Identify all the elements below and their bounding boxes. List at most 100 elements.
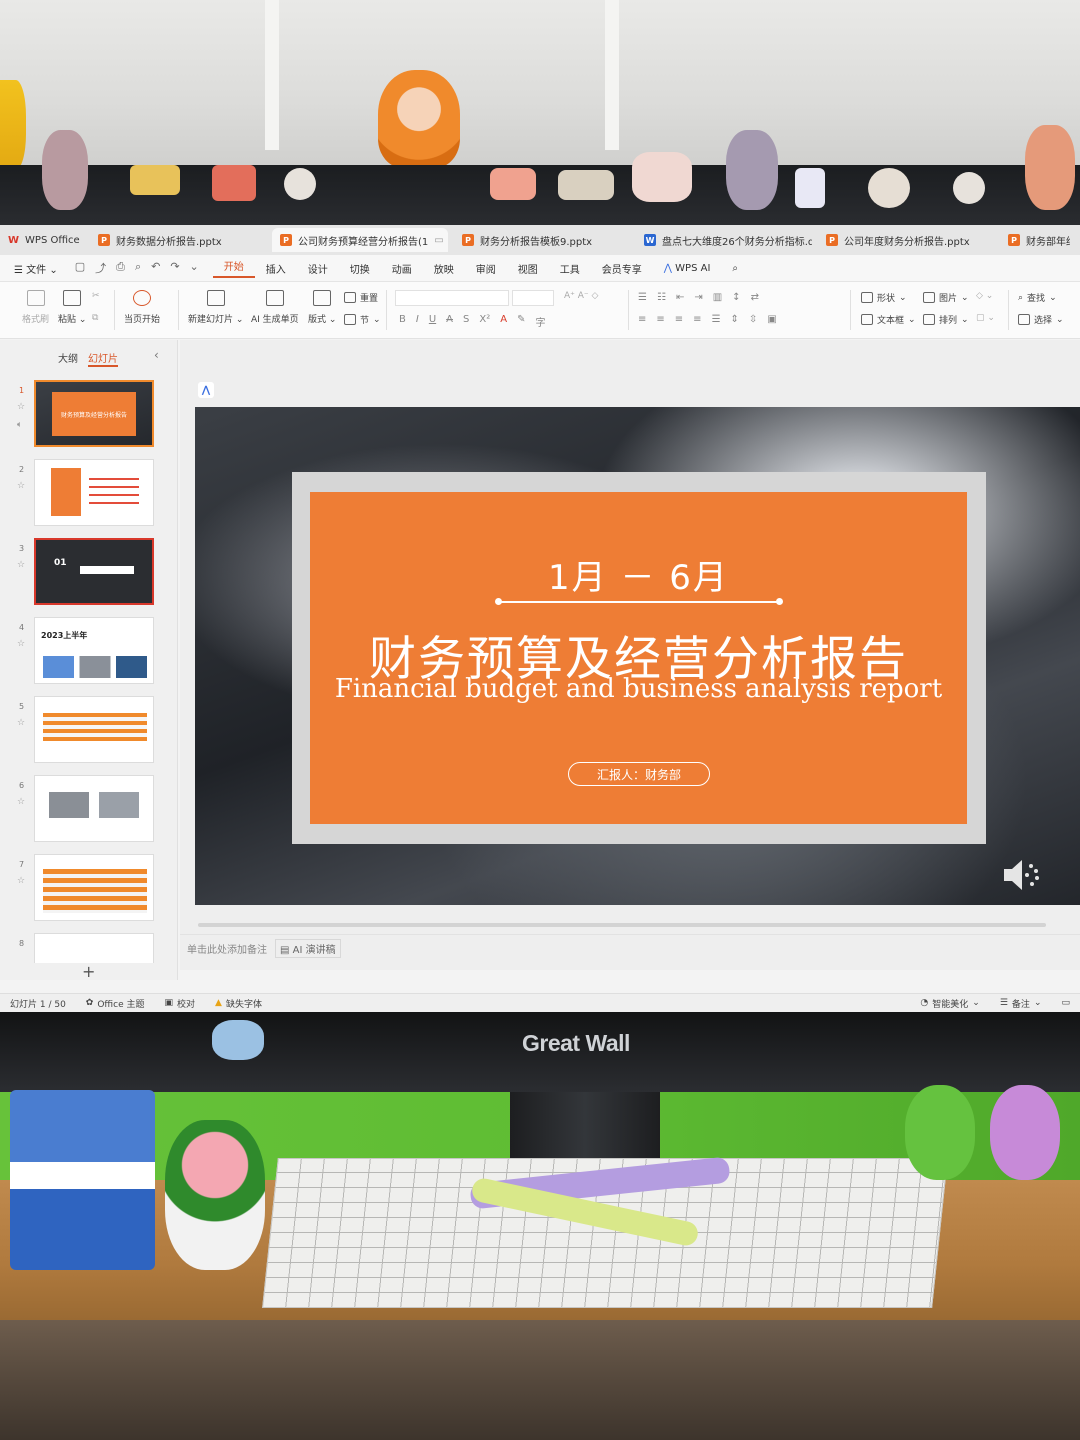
distribute-icon[interactable]: ☰ (712, 314, 721, 325)
collapse-panel-icon[interactable]: ‹ (154, 348, 159, 362)
tab-outline[interactable]: 大纲 (58, 350, 78, 367)
convert-icon[interactable]: ⇄ (751, 292, 759, 303)
section-button[interactable]: 节 ⌄ (344, 313, 381, 326)
thumbnail-row[interactable]: 4 ☆ 2023上半年 (0, 617, 178, 689)
share-icon[interactable]: ⤴ (95, 260, 106, 276)
outline-icon[interactable]: ▢ ⌄ (976, 313, 995, 323)
add-slide-button[interactable]: + (82, 962, 95, 981)
menu-review[interactable]: 审阅 (465, 261, 507, 276)
menu-file[interactable]: ☰ 文件 ⌄ (0, 261, 69, 276)
justify-icon[interactable]: ≡ (693, 314, 701, 325)
star-icon[interactable]: ☆ (17, 560, 25, 570)
bold-icon[interactable]: B (399, 314, 406, 329)
menu-slideshow[interactable]: 放映 (423, 261, 465, 276)
paste-button[interactable]: 粘贴 ⌄ (58, 290, 86, 325)
line-spacing-icon[interactable]: ⇕ (731, 314, 739, 325)
cut-icon[interactable]: ✂ (92, 291, 100, 301)
tab-slides[interactable]: 幻灯片 (88, 350, 118, 367)
indent-increase-icon[interactable]: ⇥ (694, 292, 702, 303)
columns-icon[interactable]: ▥ (713, 292, 722, 303)
menu-transition[interactable]: 切换 (339, 261, 381, 276)
thumbnail-row[interactable]: 7 ☆ (0, 854, 178, 926)
font-grow-icon[interactable]: A⁺ A⁻ ◇ (564, 291, 598, 301)
slide-thumbnail-2[interactable] (34, 459, 154, 526)
menu-member[interactable]: 会员专享 (591, 261, 653, 276)
search-icon[interactable]: ⌕ (721, 263, 749, 274)
fill-icon[interactable]: ◇ ⌄ (976, 291, 993, 301)
print-icon[interactable]: ⎙ (116, 260, 125, 276)
notes-bar[interactable]: 单击此处添加备注 ▤ AI 演讲稿 (180, 934, 1080, 962)
save-icon[interactable]: ▢ (75, 260, 85, 276)
char-spacing-icon[interactable]: 字 (535, 314, 545, 329)
slide-thumbnail-8[interactable] (34, 933, 154, 963)
thumbnail-row[interactable]: 5 ☆ (0, 696, 178, 768)
tab-document[interactable]: P 财务部年终 (1000, 228, 1070, 252)
tab-document[interactable]: P 公司年度财务分析报告.pptx (818, 228, 994, 252)
thumbnail-row[interactable]: 8 (0, 933, 178, 963)
slide-thumbnail-1[interactable]: 财务预算及经营分析报告 (34, 380, 154, 447)
smart-beautify-button[interactable]: ◔ 智能美化 ⌄ (910, 997, 989, 1010)
slide-thumbnail-7[interactable] (34, 854, 154, 921)
underline-icon[interactable]: U (429, 314, 436, 329)
arrange-button[interactable]: 排列 ⌄ (923, 313, 969, 326)
italic-icon[interactable]: I (416, 314, 419, 329)
text-box-align-icon[interactable]: ▣ (767, 314, 776, 325)
menu-tools[interactable]: 工具 (549, 261, 591, 276)
paragraph-spacing-icon[interactable]: ⇳ (749, 314, 757, 325)
strikethrough-icon[interactable]: A (446, 314, 453, 329)
star-icon[interactable]: ☆ (17, 876, 25, 886)
proofread-button[interactable]: ▣ 校对 (154, 997, 205, 1010)
menu-view[interactable]: 视图 (507, 261, 549, 276)
horizontal-scrollbar[interactable] (180, 920, 1080, 930)
tab-document[interactable]: W 盘点七大维度26个财务分析指标.doc (636, 228, 812, 252)
notes-placeholder[interactable]: 单击此处添加备注 (187, 941, 267, 956)
menu-wps-ai[interactable]: ⋀ WPS AI (653, 263, 722, 274)
format-painter-button[interactable]: 格式刷 (22, 290, 49, 325)
superscript-icon[interactable]: X² (479, 314, 490, 329)
ai-generate-button[interactable]: AI 生成单页 (251, 290, 299, 325)
star-icon[interactable]: ☆ (17, 481, 25, 491)
tab-wps-office[interactable]: W WPS Office (0, 228, 84, 252)
slide-thumbnail-5[interactable] (34, 696, 154, 763)
ai-assist-icon[interactable]: ⋀ (198, 382, 214, 398)
picture-button[interactable]: 图片 ⌄ (923, 291, 969, 304)
star-icon[interactable]: ☆ (17, 797, 25, 807)
thumbnail-row[interactable]: 1 ☆ 🔈︎ 财务预算及经营分析报告 (0, 380, 178, 452)
tab-document[interactable]: P 财务分析报告模板9.pptx (454, 228, 630, 252)
tab-document-active[interactable]: P 公司财务预算经营分析报告(1 ▭ ● (272, 228, 448, 252)
slide-title-box[interactable]: 1月 － 6月 财务预算及经营分析报告 Financial budget and… (310, 492, 967, 824)
copy-icon[interactable]: ⧉ (92, 313, 98, 323)
undo-icon[interactable]: ↶ (151, 260, 160, 276)
font-size-select[interactable] (512, 290, 554, 306)
font-family-select[interactable] (395, 290, 509, 306)
speaker-icon[interactable] (1002, 857, 1046, 893)
star-icon[interactable]: ☆ (17, 402, 25, 412)
star-icon[interactable]: ☆ (17, 639, 25, 649)
select-button[interactable]: 选择 ⌄ (1018, 313, 1064, 326)
find-button[interactable]: ⌕ 查找 ⌄ (1018, 291, 1057, 305)
slide-thumbnail-6[interactable] (34, 775, 154, 842)
preview-icon[interactable]: ⌕ (135, 260, 141, 276)
thumbnail-row[interactable]: 3 ☆ 01 (0, 538, 178, 610)
text-direction-icon[interactable]: ↕ (732, 292, 740, 303)
shape-button[interactable]: 形状 ⌄ (861, 291, 907, 304)
align-right-icon[interactable]: ≡ (675, 314, 683, 325)
star-icon[interactable]: ☆ (17, 718, 25, 728)
align-center-icon[interactable]: ≡ (656, 314, 664, 325)
layout-button[interactable]: 版式 ⌄ (308, 290, 336, 325)
chevron-down-icon[interactable]: ⌄ (190, 260, 199, 276)
font-color-icon[interactable]: A (500, 314, 507, 329)
align-left-icon[interactable]: ≡ (638, 314, 646, 325)
play-current-button[interactable]: 当页开始 (124, 290, 160, 325)
new-slide-button[interactable]: 新建幻灯片 ⌄ (188, 290, 243, 325)
redo-icon[interactable]: ↷ (170, 260, 179, 276)
thumbnail-row[interactable]: 2 ☆ (0, 459, 178, 531)
menu-insert[interactable]: 插入 (255, 261, 297, 276)
reset-button[interactable]: 重置 (344, 291, 378, 304)
menu-home[interactable]: 开始 (212, 258, 255, 278)
slide-thumbnail-3[interactable]: 01 (34, 538, 154, 605)
scrollbar-track[interactable] (198, 923, 1046, 927)
thumbnail-row[interactable]: 6 ☆ (0, 775, 178, 847)
theme-indicator[interactable]: ✿ Office 主题 (76, 997, 155, 1010)
menu-design[interactable]: 设计 (297, 261, 339, 276)
